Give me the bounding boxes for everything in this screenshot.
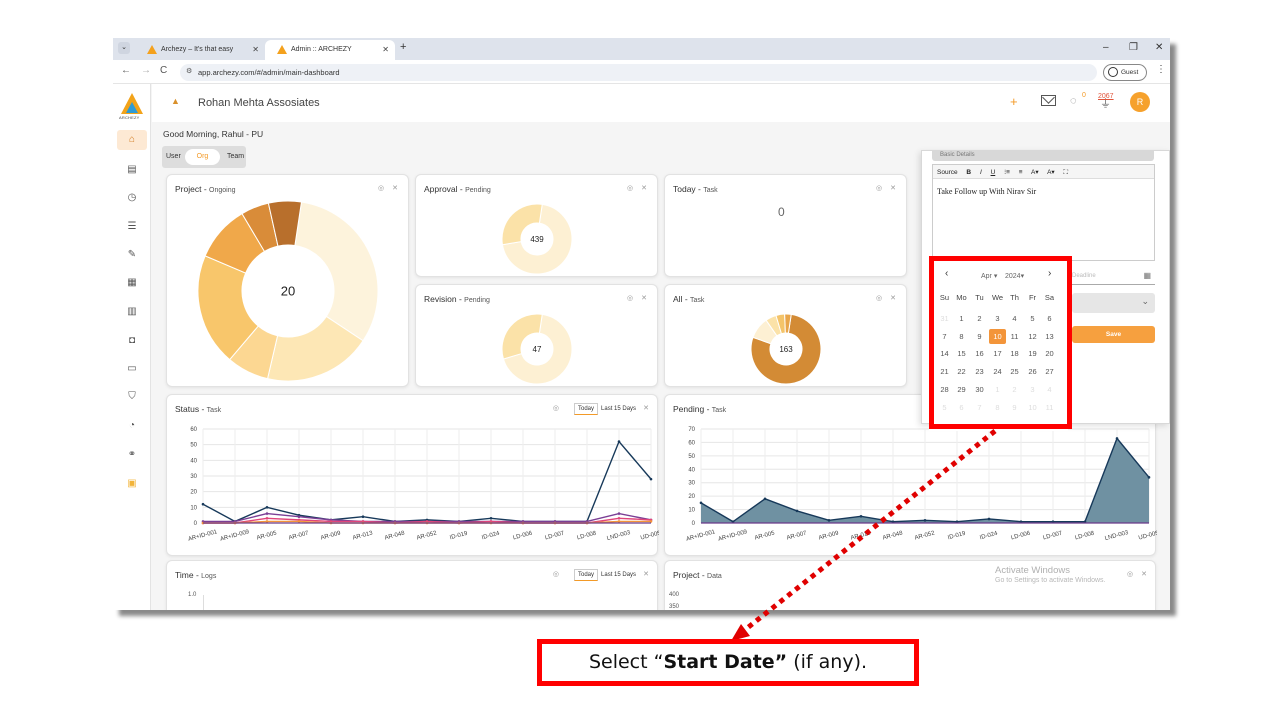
- tutorial-slide: ⌄ Archezy – It's that easy ✕ Admin :: AR…: [0, 0, 1280, 720]
- callout-arrow: [731, 429, 997, 641]
- instruction-suffix: (if any).: [787, 651, 868, 673]
- instruction-prefix: Select “: [588, 651, 664, 673]
- instruction-callout: Select “Start Date” (if any).: [537, 639, 919, 686]
- instruction-bold: Start Date”: [663, 651, 788, 673]
